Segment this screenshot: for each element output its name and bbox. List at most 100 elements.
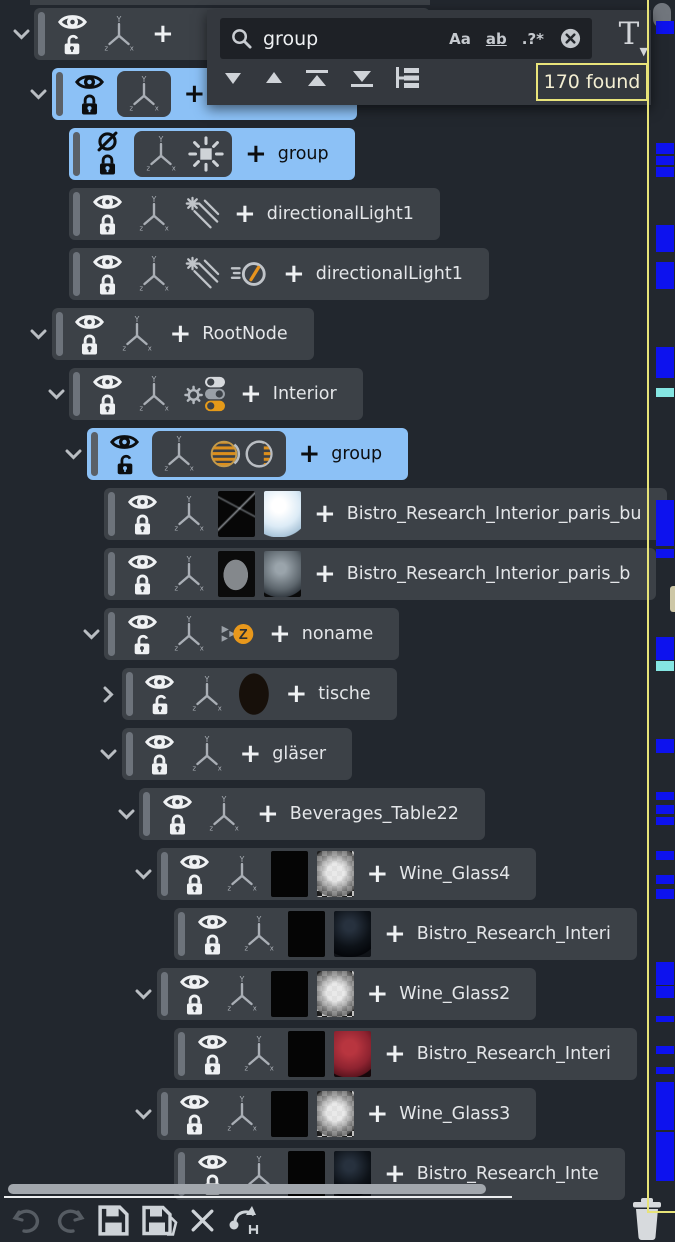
row-bar[interactable]: Yzx+group bbox=[87, 428, 409, 480]
add-icon[interactable]: + bbox=[257, 799, 279, 829]
chevron-down-icon[interactable] bbox=[113, 809, 139, 820]
add-icon[interactable]: + bbox=[384, 919, 406, 949]
row-bar[interactable]: Yzx+group bbox=[69, 128, 355, 180]
visibility-icon[interactable] bbox=[93, 192, 122, 212]
row-bar[interactable]: Yzx+Bistro_Research_Interior_paris_b bbox=[104, 548, 656, 600]
horizontal-scrollbar[interactable] bbox=[4, 1183, 512, 1198]
tree-row-RootNode[interactable]: Yzx+RootNode bbox=[26, 308, 314, 360]
lock-closed-icon[interactable] bbox=[98, 213, 117, 237]
panel-edge-tab[interactable] bbox=[670, 586, 675, 612]
visibility-icon[interactable] bbox=[163, 792, 192, 812]
tree-row-Wine_Glass2[interactable]: Yzx+Wine_Glass2 bbox=[131, 968, 537, 1020]
lock-closed-icon[interactable] bbox=[203, 933, 222, 957]
tree-row-group[interactable]: Yzx+group bbox=[43, 128, 355, 180]
add-icon[interactable]: + bbox=[367, 979, 389, 1009]
drag-handle[interactable] bbox=[73, 372, 80, 416]
visibility-icon[interactable] bbox=[145, 672, 174, 692]
drag-handle[interactable] bbox=[73, 252, 80, 296]
chevron-down-icon[interactable] bbox=[131, 989, 157, 1000]
drag-handle[interactable] bbox=[108, 552, 115, 596]
tree-row-Bistro_Research_Interior_paris_bu[interactable]: Yzx+Bistro_Research_Interior_paris_bu bbox=[78, 488, 667, 540]
drag-handle[interactable] bbox=[126, 672, 133, 716]
add-icon[interactable]: + bbox=[283, 259, 305, 289]
reparent-button[interactable] bbox=[227, 1203, 265, 1237]
tree-row-directionalLight1[interactable]: Yzx+directionalLight1 bbox=[43, 248, 489, 300]
row-bar[interactable]: Yzx+Bistro_Research_Interior_paris_bu bbox=[104, 488, 667, 540]
row-bar[interactable]: Yzx+directionalLight1 bbox=[69, 188, 440, 240]
add-icon[interactable]: + bbox=[384, 1039, 406, 1069]
drag-handle[interactable] bbox=[108, 612, 115, 656]
tree-list-view-button[interactable] bbox=[395, 67, 420, 89]
chevron-right-icon[interactable] bbox=[96, 686, 122, 703]
chevron-down-icon[interactable] bbox=[131, 1109, 157, 1120]
drag-handle[interactable] bbox=[73, 192, 80, 236]
chevron-down-icon[interactable] bbox=[43, 389, 69, 400]
drag-handle[interactable] bbox=[126, 732, 133, 776]
add-icon[interactable]: + bbox=[314, 559, 336, 589]
lock-closed-icon[interactable] bbox=[98, 273, 117, 297]
visibility-icon[interactable] bbox=[128, 552, 157, 572]
row-bar[interactable]: Yzx+Beverages_Table22 bbox=[139, 788, 485, 840]
row-bar[interactable]: YzxZ+noname bbox=[104, 608, 399, 660]
search-input[interactable]: group Aa ab .?* bbox=[220, 18, 592, 59]
chevron-down-icon[interactable] bbox=[131, 869, 157, 880]
drag-handle[interactable] bbox=[161, 852, 168, 896]
chevron-down-icon[interactable] bbox=[61, 449, 87, 460]
add-icon[interactable]: + bbox=[184, 79, 206, 109]
add-icon[interactable]: + bbox=[245, 139, 267, 169]
row-bar[interactable]: Yzx+tische bbox=[122, 668, 397, 720]
visibility-icon[interactable] bbox=[198, 1152, 227, 1172]
visibility-icon[interactable] bbox=[180, 1092, 209, 1112]
lock-closed-icon[interactable] bbox=[133, 513, 152, 537]
row-bar[interactable]: Yzx+Wine_Glass3 bbox=[157, 1088, 537, 1140]
next-match-button[interactable] bbox=[223, 71, 243, 85]
drag-handle[interactable] bbox=[38, 12, 45, 56]
tree-row-tische[interactable]: Yzx+tische bbox=[96, 668, 397, 720]
add-icon[interactable]: + bbox=[314, 499, 336, 529]
visibility-icon[interactable] bbox=[198, 1032, 227, 1052]
row-bar[interactable]: Yzx+Wine_Glass2 bbox=[157, 968, 537, 1020]
tree-row-Wine_Glass4[interactable]: Yzx+Wine_Glass4 bbox=[131, 848, 537, 900]
lock-closed-icon[interactable] bbox=[185, 993, 204, 1017]
chevron-down-icon[interactable] bbox=[26, 329, 52, 340]
previous-match-button[interactable] bbox=[264, 71, 284, 85]
add-icon[interactable]: + bbox=[240, 739, 262, 769]
chevron-down-icon[interactable] bbox=[8, 29, 34, 40]
match-case-button[interactable]: Aa bbox=[449, 30, 471, 48]
tree-row-Wine_Glass3[interactable]: Yzx+Wine_Glass3 bbox=[131, 1088, 537, 1140]
add-icon[interactable]: + bbox=[234, 199, 256, 229]
text-tool-dropdown[interactable]: T▼ bbox=[610, 16, 648, 60]
tree-row-Interior[interactable]: Yzx+Interior bbox=[43, 368, 363, 420]
first-match-button[interactable] bbox=[305, 69, 329, 88]
row-bar[interactable]: Yzx+Wine_Glass4 bbox=[157, 848, 537, 900]
save-button[interactable] bbox=[96, 1203, 131, 1238]
tree-row-Bistro_Research_Interi[interactable]: Yzx+Bistro_Research_Interi bbox=[148, 908, 637, 960]
tree-row-Bistro_Research_Interior_paris_b[interactable]: Yzx+Bistro_Research_Interior_paris_b bbox=[78, 548, 656, 600]
regex-button[interactable]: .?* bbox=[522, 30, 544, 48]
visibility-icon[interactable] bbox=[198, 912, 227, 932]
lock-closed-icon[interactable] bbox=[98, 393, 117, 417]
drag-handle[interactable] bbox=[56, 312, 63, 356]
visibility-icon[interactable] bbox=[93, 252, 122, 272]
horizontal-scrollbar-thumb[interactable] bbox=[8, 1184, 486, 1194]
drag-handle[interactable] bbox=[178, 1032, 185, 1076]
save-as-button[interactable] bbox=[140, 1203, 178, 1238]
drag-handle[interactable] bbox=[73, 132, 80, 176]
add-icon[interactable]: + bbox=[152, 19, 174, 49]
lock-closed-icon[interactable] bbox=[80, 333, 99, 357]
visibility-icon[interactable] bbox=[128, 612, 157, 632]
chevron-down-icon[interactable] bbox=[96, 749, 122, 760]
drag-handle[interactable] bbox=[161, 972, 168, 1016]
lock-closed-icon[interactable] bbox=[168, 813, 187, 837]
drag-handle[interactable] bbox=[108, 492, 115, 536]
tree-row-gläser[interactable]: Yzx+gläser bbox=[96, 728, 353, 780]
row-bar[interactable]: Yzx+Interior bbox=[69, 368, 363, 420]
lock-closed-icon[interactable] bbox=[98, 153, 117, 177]
row-bar[interactable]: Yzx+gläser bbox=[122, 728, 353, 780]
visibility-icon[interactable] bbox=[93, 372, 122, 392]
add-icon[interactable]: + bbox=[170, 319, 192, 349]
add-icon[interactable]: + bbox=[367, 1099, 389, 1129]
tree-row-Beverages_Table22[interactable]: Yzx+Beverages_Table22 bbox=[113, 788, 485, 840]
redo-button[interactable] bbox=[53, 1204, 87, 1236]
visibility-off-icon[interactable] bbox=[94, 131, 121, 152]
